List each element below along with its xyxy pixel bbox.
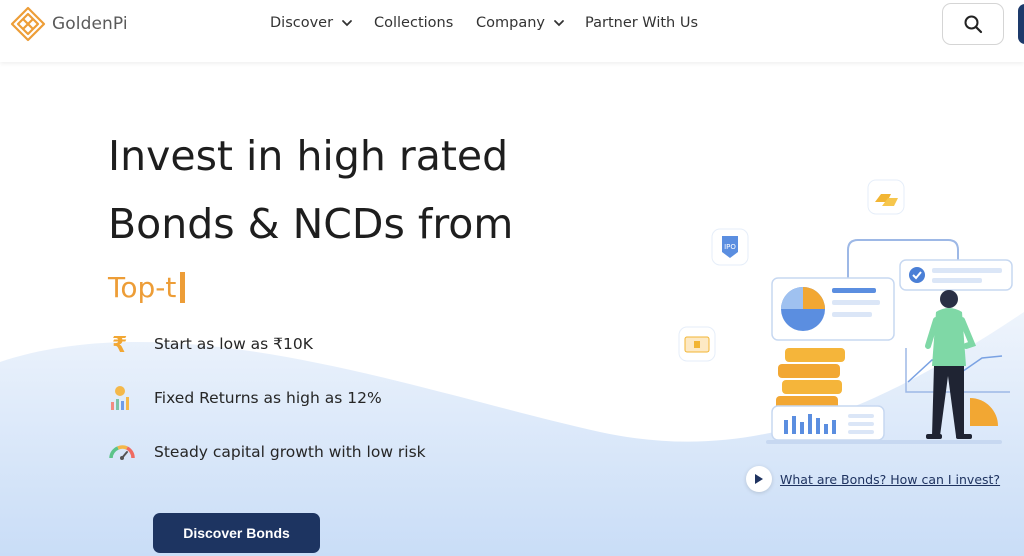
- chevron-down-icon: [342, 20, 352, 27]
- goldenpi-logo-icon: [10, 6, 46, 42]
- feature-text: Steady capital growth with low risk: [154, 443, 426, 461]
- feature-item: Steady capital growth with low risk: [108, 439, 426, 465]
- feature-item: ₹ Start as low as ₹10K: [108, 331, 313, 357]
- ipo-badge-icon: IPO: [711, 228, 749, 266]
- brand-name: GoldenPi: [52, 14, 128, 34]
- what-are-bonds-video-link[interactable]: What are Bonds? How can I invest?: [746, 466, 1000, 492]
- growth-chart-icon: [108, 385, 138, 411]
- typing-cursor: [180, 271, 186, 303]
- rupee-icon: ₹: [108, 331, 138, 357]
- search-button[interactable]: [942, 3, 1004, 45]
- nav-collections-label: Collections: [374, 15, 454, 31]
- nav-company-label: Company: [476, 15, 545, 31]
- coin-stack: [776, 348, 845, 410]
- discover-bonds-button[interactable]: Discover Bonds: [153, 513, 320, 553]
- chevron-down-icon: [554, 20, 564, 27]
- site-header: GoldenPi Discover Collections Company Pa…: [0, 0, 1024, 62]
- hero-headline: Invest in high rated Bonds & NCDs from: [108, 122, 628, 258]
- video-link-label: What are Bonds? How can I invest?: [780, 471, 1001, 487]
- svg-text:₹: ₹: [112, 333, 127, 356]
- play-icon: [746, 466, 772, 492]
- person-figure: [925, 290, 977, 439]
- pie-chart-card: [771, 277, 895, 341]
- checklist-card: [899, 259, 1013, 291]
- headline-line-2: Bonds & NCDs from: [108, 200, 514, 248]
- search-icon: [964, 15, 983, 34]
- hero-illustration: IPO: [678, 179, 1013, 444]
- nav-collections[interactable]: Collections: [374, 12, 453, 34]
- ipo-badge-label: IPO: [724, 243, 736, 251]
- nav-partner-with-us[interactable]: Partner With Us: [585, 12, 698, 34]
- feature-text: Start as low as ₹10K: [154, 335, 313, 353]
- login-button-edge[interactable]: [1018, 4, 1024, 44]
- feature-item: Fixed Returns as high as 12%: [108, 385, 382, 411]
- gauge-icon: [108, 439, 138, 465]
- feature-text: Fixed Returns as high as 12%: [154, 389, 382, 407]
- bar-chart-card: [771, 405, 885, 441]
- nav-discover-label: Discover: [270, 15, 334, 31]
- gold-bars-icon: [867, 179, 905, 215]
- typed-text: Top-t: [108, 270, 177, 304]
- certificate-icon: [678, 326, 716, 362]
- nav-partner-label: Partner With Us: [585, 15, 699, 31]
- goldenpi-logo[interactable]: GoldenPi: [10, 5, 128, 43]
- nav-company[interactable]: Company: [476, 12, 565, 34]
- typed-highlight: Top-t: [108, 268, 186, 306]
- headline-line-1: Invest in high rated: [108, 132, 509, 180]
- nav-discover[interactable]: Discover: [270, 12, 353, 34]
